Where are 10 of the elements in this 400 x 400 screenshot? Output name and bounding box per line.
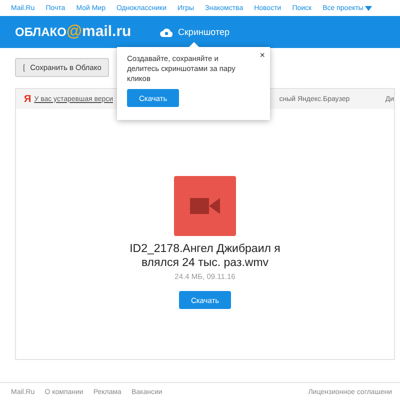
logo-text: ОБЛАКО <box>15 25 66 39</box>
logo-domain: mail.ru <box>82 23 132 40</box>
screenshoter-link[interactable]: Скриншотер <box>178 27 230 37</box>
yandex-logo: Я <box>24 94 32 104</box>
close-button[interactable]: × <box>260 50 265 60</box>
file-name: ID2_2178.Ангел Джибраил я влялся 24 тыс. раз.wmv <box>128 242 282 270</box>
logo-at: @ <box>66 23 82 41</box>
cloud-icon <box>160 27 173 37</box>
caret-icon <box>365 6 372 10</box>
video-file-icon <box>174 176 236 236</box>
